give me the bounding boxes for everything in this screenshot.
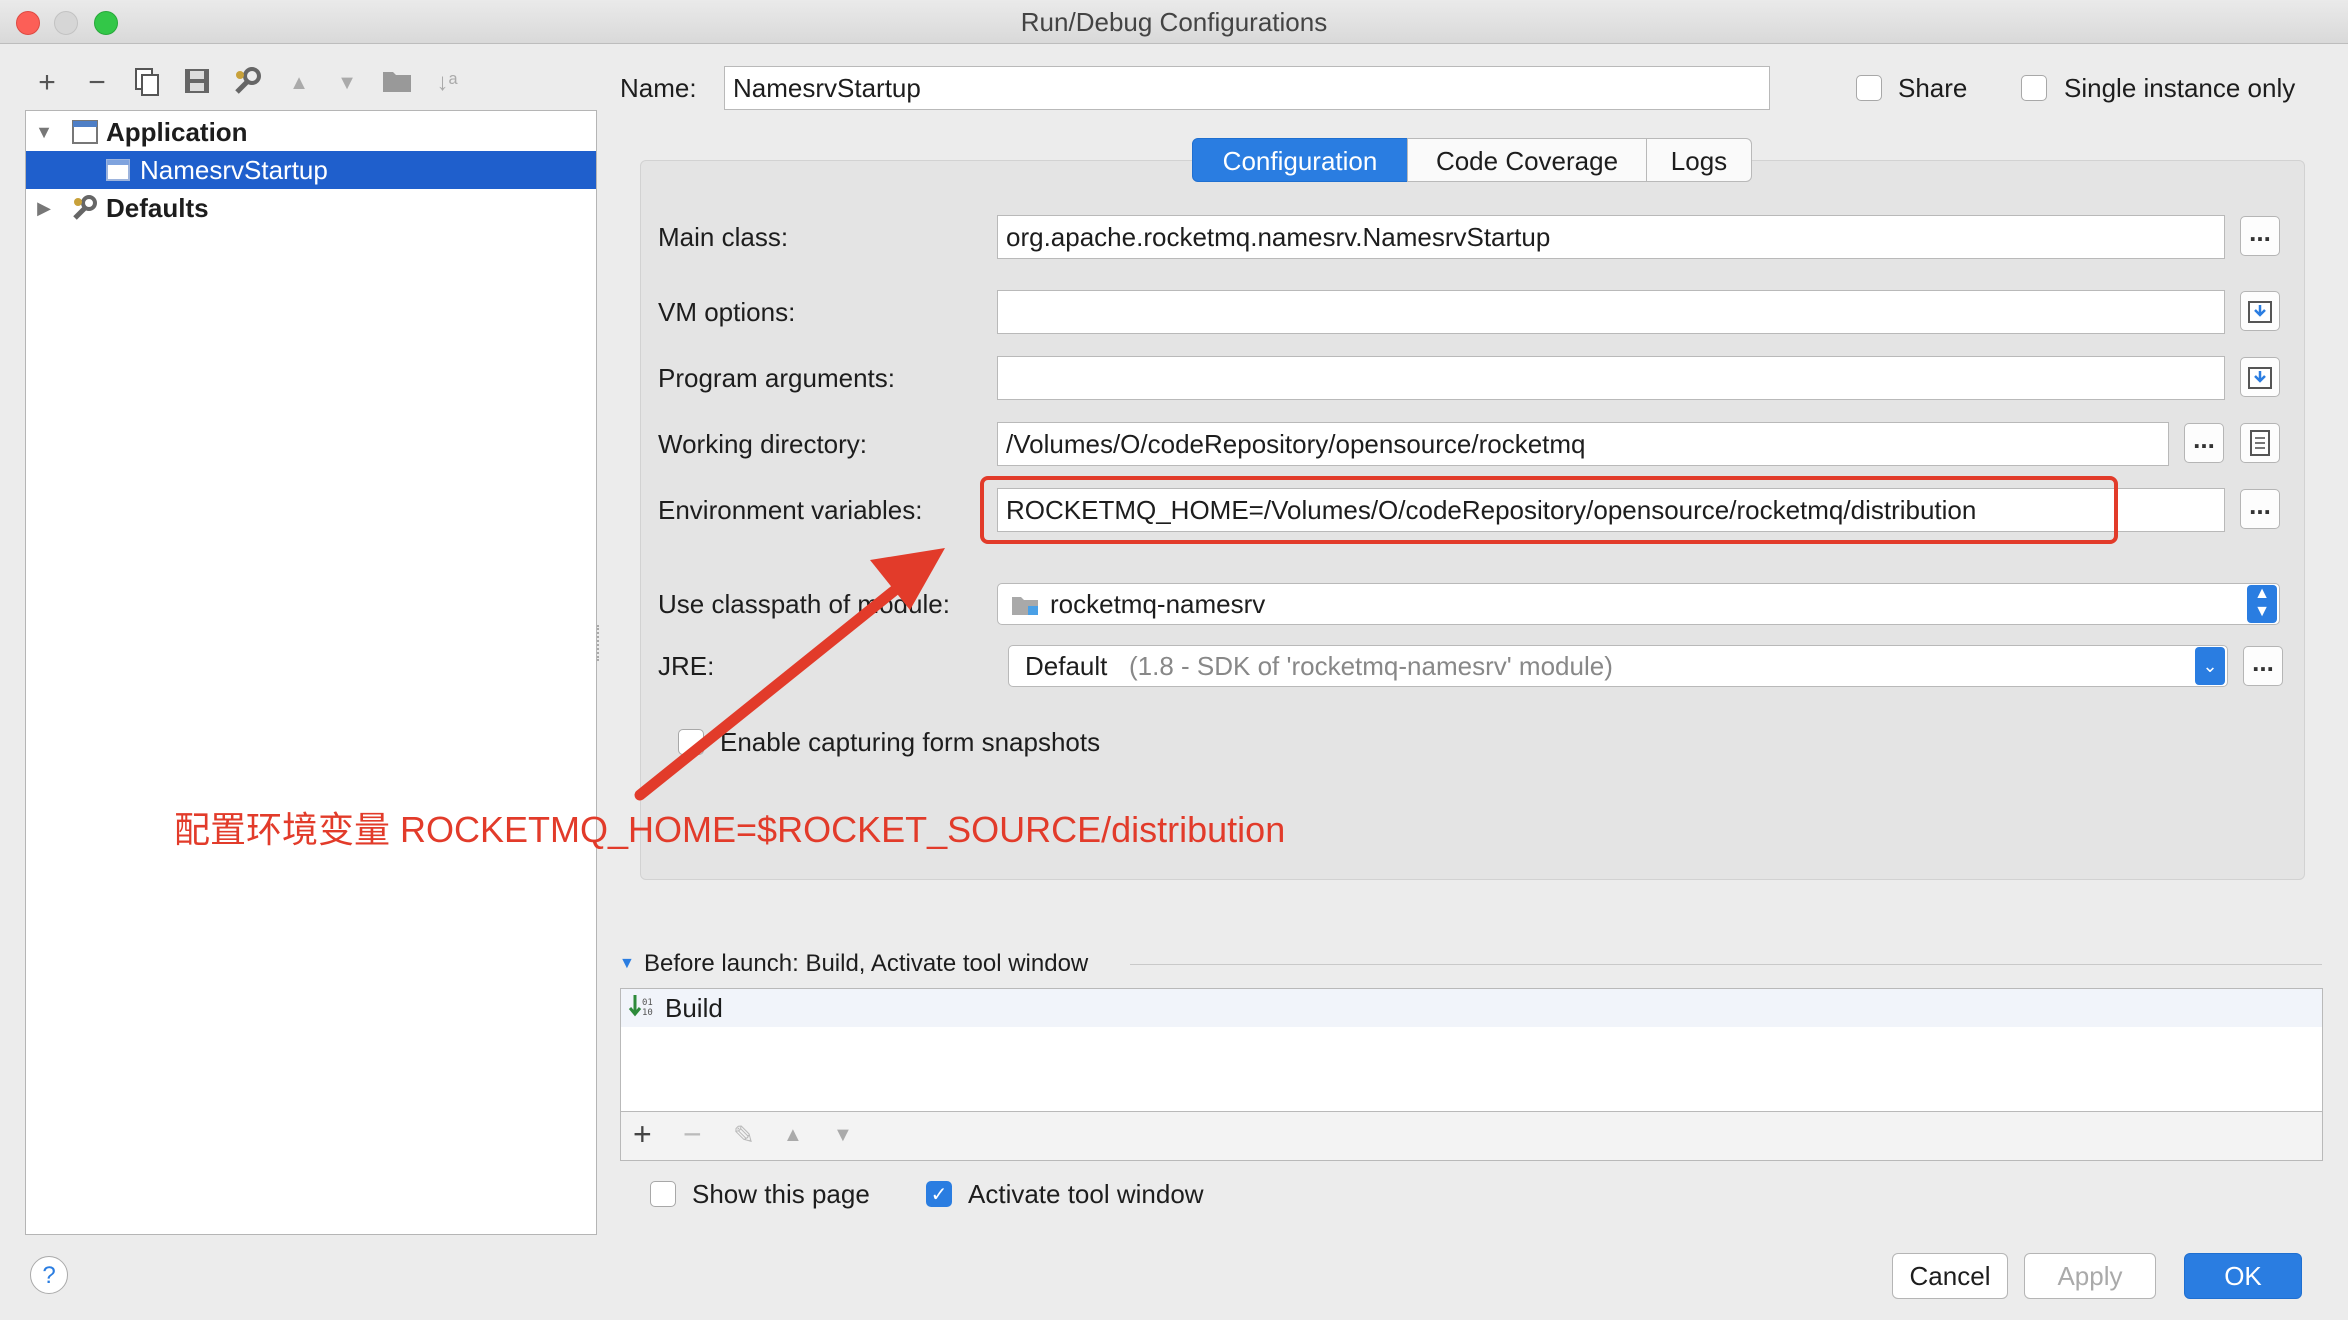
annotation-text: 配置环境变量 ROCKETMQ_HOME=$ROCKET_SOURCE/dist… <box>174 809 1286 850</box>
build-icon: 0110 <box>628 995 653 1018</box>
help-button[interactable]: ? <box>30 1256 68 1294</box>
ok-button[interactable]: OK <box>2184 1253 2302 1299</box>
before-launch-toggle-icon[interactable]: ▼ <box>619 955 635 973</box>
list-item-label: Build <box>665 993 723 1023</box>
before-launch-list: 01 10 Build <box>620 988 2323 1112</box>
move-down-icon[interactable]: ▼ <box>833 1124 853 1147</box>
add-icon[interactable]: + <box>633 1116 652 1153</box>
svg-text:01: 01 <box>642 998 653 1008</box>
before-launch-divider <box>1130 964 2322 965</box>
cancel-button[interactable]: Cancel <box>1892 1253 2008 1299</box>
move-up-icon[interactable]: ▲ <box>783 1124 803 1147</box>
remove-icon[interactable]: − <box>683 1116 702 1153</box>
before-launch-header: Before launch: Build, Activate tool wind… <box>644 950 1089 977</box>
list-item[interactable]: 01 10 Build <box>621 989 2322 1027</box>
activate-tool-label: Activate tool window <box>968 1179 1204 1209</box>
show-page-label: Show this page <box>692 1179 870 1209</box>
show-page-checkbox[interactable] <box>650 1181 676 1207</box>
edit-icon[interactable]: ✎ <box>733 1120 755 1151</box>
activate-tool-checkbox[interactable]: ✓ <box>926 1181 952 1207</box>
apply-button[interactable]: Apply <box>2024 1253 2156 1299</box>
svg-text:10: 10 <box>642 1008 653 1018</box>
before-launch-toolbar: + − ✎ ▲ ▼ <box>620 1111 2323 1161</box>
